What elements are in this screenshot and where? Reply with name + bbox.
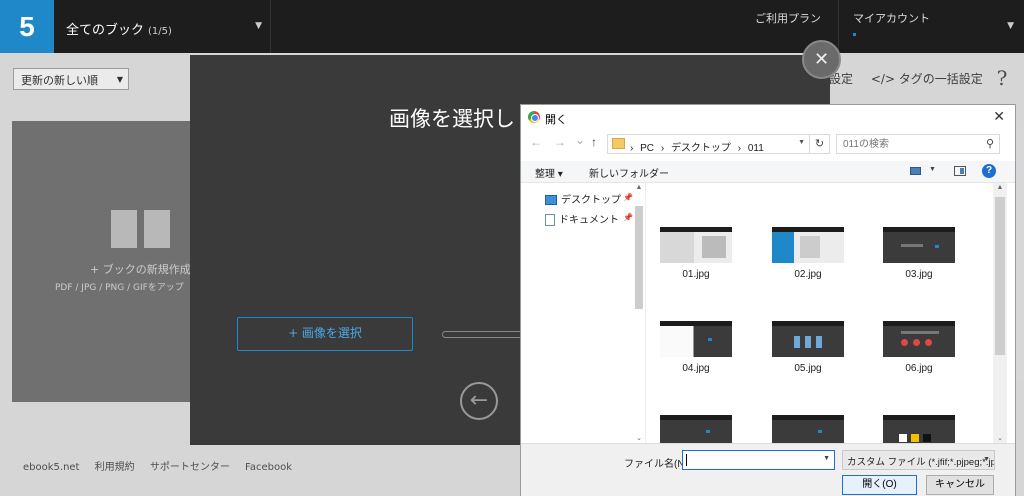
image-thumbnail	[660, 321, 732, 357]
scroll-down-icon[interactable]: ⌄	[634, 434, 644, 442]
image-thumbnail	[772, 227, 844, 263]
file-name: 05.jpg	[794, 363, 822, 374]
book-filter-label: 全てのブック	[66, 23, 145, 38]
image-thumbnail	[883, 415, 955, 443]
breadcrumb: › PC › デスクトップ › 011	[630, 139, 768, 154]
file-item[interactable]: 01.jpg	[660, 227, 732, 280]
file-item[interactable]: 03.jpg	[883, 227, 955, 280]
book-filter-select[interactable]: 全てのブック (1/5) ▼	[54, 0, 271, 53]
breadcrumb-desktop[interactable]: デスクトップ	[671, 143, 731, 154]
help-icon[interactable]: ?	[982, 164, 996, 178]
file-name: 01.jpg	[682, 269, 710, 280]
back-arrow-icon[interactable]: ←	[460, 382, 498, 420]
upload-progress-bar	[442, 331, 532, 338]
file-type-label: カスタム ファイル (*.jfif;*.pjpeg;*.jp	[847, 457, 995, 468]
desktop-icon	[545, 195, 557, 206]
nav-item-documents[interactable]: ドキュメント	[545, 211, 619, 227]
chrome-icon	[528, 111, 540, 123]
account-menu[interactable]: マイアカウント ▼	[838, 0, 1024, 53]
search-input[interactable]	[837, 135, 977, 153]
file-item[interactable]: 04.jpg	[660, 321, 732, 374]
up-folder-icon[interactable]: ↑	[591, 135, 597, 149]
cancel-button[interactable]: キャンセル	[926, 475, 994, 495]
breadcrumb-separator: ›	[737, 143, 742, 154]
breadcrumb-separator: ›	[630, 143, 634, 154]
back-icon[interactable]: ←	[530, 135, 542, 149]
file-item[interactable]: 06.jpg	[883, 321, 955, 374]
file-item[interactable]	[660, 415, 732, 443]
recent-locations-icon[interactable]: ⌄	[575, 133, 585, 147]
scroll-down-icon[interactable]: ⌄	[993, 434, 1007, 442]
scroll-up-icon[interactable]: ▲	[634, 184, 644, 191]
organize-menu[interactable]: 整理 ▾	[535, 165, 563, 180]
nav-item-label: デスクトップ	[561, 195, 621, 206]
app-logo[interactable]: 5	[0, 0, 54, 53]
image-thumbnail	[772, 415, 844, 443]
filename-input[interactable]: ▼	[682, 450, 835, 470]
scroll-thumb[interactable]	[995, 197, 1005, 355]
scroll-up-icon[interactable]: ▲	[993, 184, 1007, 191]
open-file-dialog: 開く ✕ ← → ⌄ ↑ › PC › デスクトップ › 011 ▼ ↻ ⚲ 整…	[520, 104, 1016, 496]
new-folder-button[interactable]: 新しいフォルダー	[589, 165, 669, 180]
book-count: (1/5)	[148, 26, 172, 37]
file-list-scrollbar[interactable]: ▲ ⌄	[993, 183, 1007, 443]
breadcrumb-separator: ›	[660, 143, 665, 154]
file-name: 03.jpg	[905, 269, 933, 280]
forward-icon[interactable]: →	[554, 135, 566, 149]
file-item[interactable]: 05.jpg	[772, 321, 844, 374]
search-icon[interactable]: ⚲	[986, 137, 994, 150]
modal-close-button[interactable]: ✕	[802, 40, 841, 79]
image-thumbnail	[883, 227, 955, 263]
account-label: マイアカウント	[853, 12, 930, 25]
search-box: ⚲	[836, 134, 1000, 154]
dialog-title-bar: 開く ✕	[521, 105, 1015, 129]
chevron-down-icon: ▼	[1007, 21, 1014, 31]
document-icon	[545, 214, 555, 227]
open-button[interactable]: 開く(O)	[842, 475, 917, 495]
image-thumbnail	[660, 415, 732, 443]
file-list: 01.jpg 02.jpg 03.jpg 04.jpg 05.jpg 06.jp…	[645, 183, 993, 443]
dialog-title: 開く	[545, 114, 567, 126]
dialog-footer: ファイル名(N): ▼ カスタム ファイル (*.jfif;*.pjpeg;*.…	[521, 443, 1015, 496]
file-item[interactable]	[772, 415, 844, 443]
navigation-pane: デスクトップ 📌 ドキュメント 📌	[521, 183, 645, 443]
chevron-down-icon[interactable]: ▼	[798, 139, 805, 146]
command-bar: 整理 ▾ 新しいフォルダー ▼ ?	[521, 161, 1015, 183]
file-name: 02.jpg	[794, 269, 822, 280]
top-bar: 5 全てのブック (1/5) ▼ ご利用プラン マイアカウント ▼	[0, 0, 1024, 53]
view-options-icon[interactable]	[910, 167, 921, 175]
select-image-button[interactable]: + 画像を選択	[237, 317, 413, 351]
nav-item-desktop[interactable]: デスクトップ	[545, 191, 621, 206]
folder-icon	[612, 138, 625, 149]
file-type-select[interactable]: カスタム ファイル (*.jfif;*.pjpeg;*.jp ▼	[842, 450, 995, 470]
file-item[interactable]: 02.jpg	[772, 227, 844, 280]
image-thumbnail	[883, 321, 955, 357]
chevron-down-icon[interactable]: ▼	[929, 166, 936, 173]
refresh-icon[interactable]: ↻	[810, 134, 830, 154]
address-bar[interactable]: › PC › デスクトップ › 011 ▼	[607, 134, 810, 154]
preview-pane-icon[interactable]	[954, 166, 966, 176]
nav-item-label: ドキュメント	[559, 215, 619, 226]
filename-label: ファイル名(N):	[624, 459, 691, 470]
chevron-down-icon: ▼	[255, 21, 262, 31]
modal-title: 画像を選択し	[389, 107, 515, 131]
pin-icon: 📌	[623, 213, 633, 222]
pin-icon: 📌	[623, 193, 633, 202]
dialog-close-icon[interactable]: ✕	[993, 108, 1005, 125]
plan-link[interactable]: ご利用プラン	[755, 10, 821, 26]
chevron-down-icon: ▼	[983, 456, 990, 463]
file-name: 06.jpg	[905, 363, 933, 374]
breadcrumb-pc[interactable]: PC	[640, 143, 654, 154]
image-thumbnail	[660, 227, 732, 263]
scroll-thumb[interactable]	[635, 206, 643, 309]
text-cursor	[686, 454, 687, 466]
dialog-nav-bar: ← → ⌄ ↑ › PC › デスクトップ › 011 ▼ ↻ ⚲	[521, 131, 1015, 157]
chevron-down-icon[interactable]: ▼	[823, 455, 830, 462]
image-thumbnail	[772, 321, 844, 357]
breadcrumb-011[interactable]: 011	[748, 143, 764, 154]
file-name: 04.jpg	[682, 363, 710, 374]
nav-scrollbar[interactable]: ▲ ⌄	[634, 183, 644, 443]
file-item[interactable]	[883, 415, 955, 443]
account-indicator	[853, 33, 856, 36]
